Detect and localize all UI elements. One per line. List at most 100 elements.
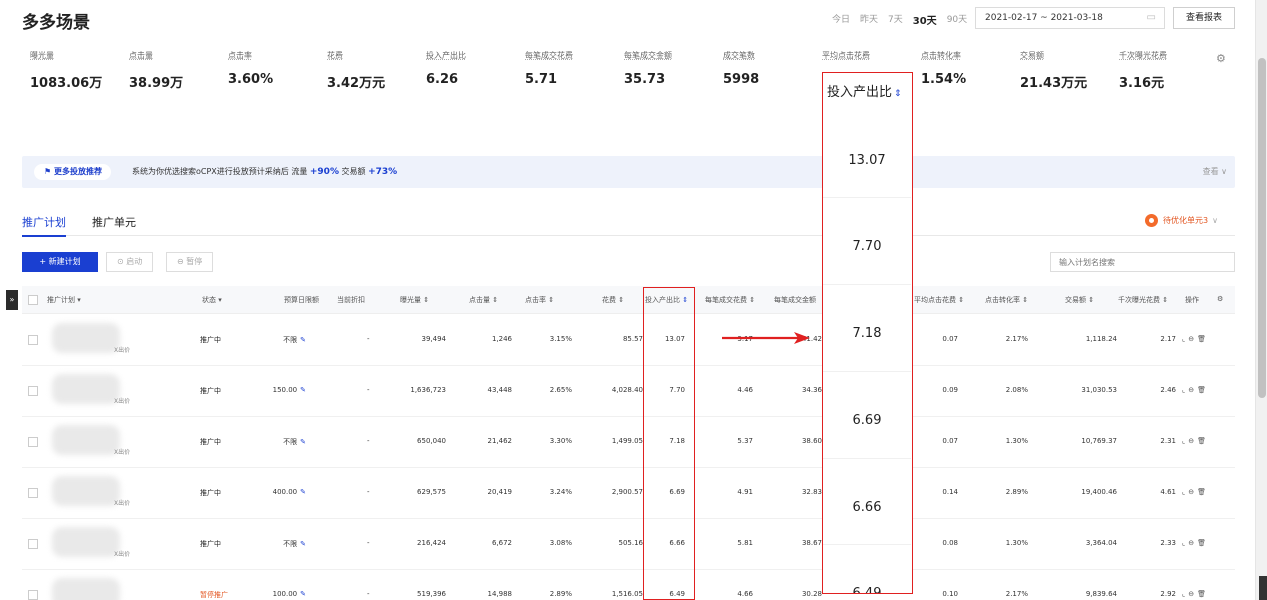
th-roi[interactable]: 投入产出比 ⇕ <box>645 295 688 305</box>
range-90d[interactable]: 90天 <box>947 12 967 27</box>
pause-icon[interactable]: ⊖ <box>1188 590 1197 598</box>
metric-roi[interactable]: 投入产出比 6.26 <box>426 50 466 87</box>
row-checkbox[interactable] <box>28 488 38 498</box>
metric-amount-per-order[interactable]: 每笔成交金额 35.73 <box>624 50 672 87</box>
cpm-cell: 2.46 <box>1160 386 1176 394</box>
budget-cell[interactable]: 100.00 ✎ <box>273 590 306 598</box>
th-avg-cpc[interactable]: 平均点击花费 ⇕ <box>914 295 964 305</box>
budget-cell[interactable]: 不限 ✎ <box>283 335 306 345</box>
tab-units[interactable]: 推广单元 <box>92 214 136 230</box>
page-scrollbar[interactable] <box>1255 0 1267 600</box>
row-checkbox[interactable] <box>28 335 38 345</box>
date-range-picker[interactable]: 2021-02-17 ~ 2021-03-18 ▭ <box>975 7 1165 29</box>
trash-icon[interactable]: 🗑 <box>1197 488 1209 496</box>
pause-icon[interactable]: ⊖ <box>1188 437 1197 445</box>
pause-icon[interactable]: ⊖ <box>1188 488 1197 496</box>
trash-icon[interactable]: 🗑 <box>1197 335 1209 343</box>
plan-search-input[interactable] <box>1050 252 1235 272</box>
range-yesterday[interactable]: 昨天 <box>860 12 878 27</box>
ctr-cell: 3.30% <box>549 437 572 445</box>
th-clicks[interactable]: 点击量 ⇕ <box>469 295 498 305</box>
edit-icon[interactable]: ✎ <box>300 438 306 446</box>
edit-icon[interactable]: ✎ <box>300 540 306 548</box>
metric-gmv[interactable]: 交易额 21.43万元 <box>1020 50 1087 91</box>
pause-icon[interactable]: ⊖ <box>1188 539 1197 547</box>
th-cpm[interactable]: 千次曝光花费 ⇕ <box>1118 295 1168 305</box>
metrics-summary: 曝光量 1083.06万 点击量 38.99万 点击率 3.60% 花费 3.4… <box>0 50 1255 110</box>
metric-impressions[interactable]: 曝光量 1083.06万 <box>30 50 102 91</box>
impr-cell: 1,636,723 <box>410 386 446 394</box>
table-row[interactable]: X出价 推广中 不限 ✎ - 650,040 21,462 3.30% 1,499.05 7.18… <box>22 417 1235 468</box>
metric-cost-per-order[interactable]: 每笔成交花费 5.71 <box>525 50 573 87</box>
th-status[interactable]: 状态 ▾ <box>202 295 222 305</box>
cvr-cell: 1.30% <box>1005 539 1028 547</box>
metric-avg-cpc[interactable]: 平均点击花费 <box>822 50 870 61</box>
plan-name-blurred[interactable] <box>52 374 120 404</box>
view-report-button[interactable]: 查看报表 <box>1173 7 1235 29</box>
budget-cell[interactable]: 400.00 ✎ <box>273 488 306 496</box>
th-cost[interactable]: 花费 ⇕ <box>602 295 624 305</box>
new-plan-button[interactable]: + 新建计划 <box>22 252 98 272</box>
trash-icon[interactable]: 🗑 <box>1197 590 1209 598</box>
discount-cell: - <box>367 437 370 445</box>
table-row[interactable]: X出价推广中不限✎-39,4941,2463.15%85.5713.073.17… <box>22 315 1235 366</box>
th-cost-per-order[interactable]: 每笔成交花费 ⇕ <box>705 295 755 305</box>
th-gmv[interactable]: 交易额 ⇕ <box>1065 295 1094 305</box>
edit-icon[interactable]: ✎ <box>300 488 306 496</box>
optimize-units-badge[interactable]: 待优化单元3 ∨ <box>1145 214 1218 227</box>
tab-plans[interactable]: 推广计划 <box>22 214 66 237</box>
budget-cell[interactable]: 150.00 ✎ <box>273 386 306 394</box>
row-checkbox[interactable] <box>28 590 38 600</box>
metric-cpm[interactable]: 千次曝光花费 3.16元 <box>1119 50 1167 91</box>
plan-name-blurred[interactable] <box>52 323 120 353</box>
metric-ctr[interactable]: 点击率 3.60% <box>228 50 273 87</box>
budget-cell[interactable]: 不限 ✎ <box>283 437 306 447</box>
plan-name-blurred[interactable] <box>52 527 120 557</box>
start-button[interactable]: ⊙ 启动 <box>106 252 154 272</box>
expand-sidebar-icon[interactable]: » <box>6 290 18 310</box>
metric-clicks[interactable]: 点击量 38.99万 <box>129 50 183 91</box>
range-today[interactable]: 今日 <box>832 12 850 27</box>
th-cvr[interactable]: 点击转化率 ⇕ <box>985 295 1028 305</box>
metric-orders[interactable]: 成交笔数 5998 <box>723 50 759 87</box>
status-cell: 推广中 <box>200 540 221 548</box>
edit-icon[interactable]: ✎ <box>300 590 306 598</box>
th-ctr[interactable]: 点击率 ⇕ <box>525 295 554 305</box>
budget-cell[interactable]: 不限 ✎ <box>283 539 306 549</box>
row-checkbox[interactable] <box>28 386 38 396</box>
table-header: 推广计划 ▾ 状态 ▾ 预算日限额 当前折扣 曝光量 ⇕ 点击量 ⇕ 点击率 ⇕… <box>22 286 1235 314</box>
table-row[interactable]: X出价 推广中 150.00 ✎ - 1,636,723 43,448 2.65% 4,028.… <box>22 366 1235 417</box>
th-plan[interactable]: 推广计划 ▾ <box>47 295 81 305</box>
trash-icon[interactable]: 🗑 <box>1197 539 1209 547</box>
pause-button[interactable]: ⊖ 暂停 <box>166 252 214 272</box>
aov-cell: 38.60 <box>801 437 822 445</box>
metric-cost[interactable]: 花费 3.42万元 <box>327 50 385 91</box>
recommendation-view-link[interactable]: 查看 ∨ <box>1203 166 1227 177</box>
column-settings-icon[interactable]: ⚙ <box>1217 295 1223 303</box>
pause-icon[interactable]: ⊖ <box>1188 386 1197 394</box>
scrollbar-thumb[interactable] <box>1258 58 1266 398</box>
metrics-settings-icon[interactable]: ⚙ <box>1216 52 1226 65</box>
chevron-down-icon: ∨ <box>1221 167 1227 176</box>
metric-cvr[interactable]: 点击转化率 1.54% <box>921 50 966 87</box>
table-row[interactable]: X出价 推广中 400.00 ✎ - 629,575 20,419 3.24% 2,900.57… <box>22 468 1235 519</box>
select-all-checkbox[interactable] <box>28 295 38 305</box>
row-checkbox[interactable] <box>28 539 38 549</box>
recommendation-pill[interactable]: ⚑ 更多投放推荐 <box>34 164 111 180</box>
range-7d[interactable]: 7天 <box>888 12 903 27</box>
th-amount-per-order[interactable]: 每笔成交金额 <box>774 295 816 305</box>
edit-icon[interactable]: ✎ <box>300 336 306 344</box>
table-row[interactable]: 暂停推广 100.00 ✎ - 519,396 14,988 2.89% 1,516.05 6.… <box>22 570 1235 600</box>
pause-icon[interactable]: ⊖ <box>1188 335 1197 343</box>
zoom-separator <box>823 284 911 285</box>
row-checkbox[interactable] <box>28 437 38 447</box>
edit-icon[interactable]: ✎ <box>300 386 306 394</box>
th-impressions[interactable]: 曝光量 ⇕ <box>400 295 429 305</box>
plan-name-blurred[interactable] <box>52 476 120 506</box>
table-row[interactable]: X出价 推广中 不限 ✎ - 216,424 6,672 3.08% 505.16 6.66 5.8… <box>22 519 1235 570</box>
range-30d[interactable]: 30天 <box>913 12 937 27</box>
trash-icon[interactable]: 🗑 <box>1197 386 1209 394</box>
plan-name-blurred[interactable] <box>52 425 120 455</box>
trash-icon[interactable]: 🗑 <box>1197 437 1209 445</box>
plan-name-blurred[interactable] <box>52 578 120 600</box>
